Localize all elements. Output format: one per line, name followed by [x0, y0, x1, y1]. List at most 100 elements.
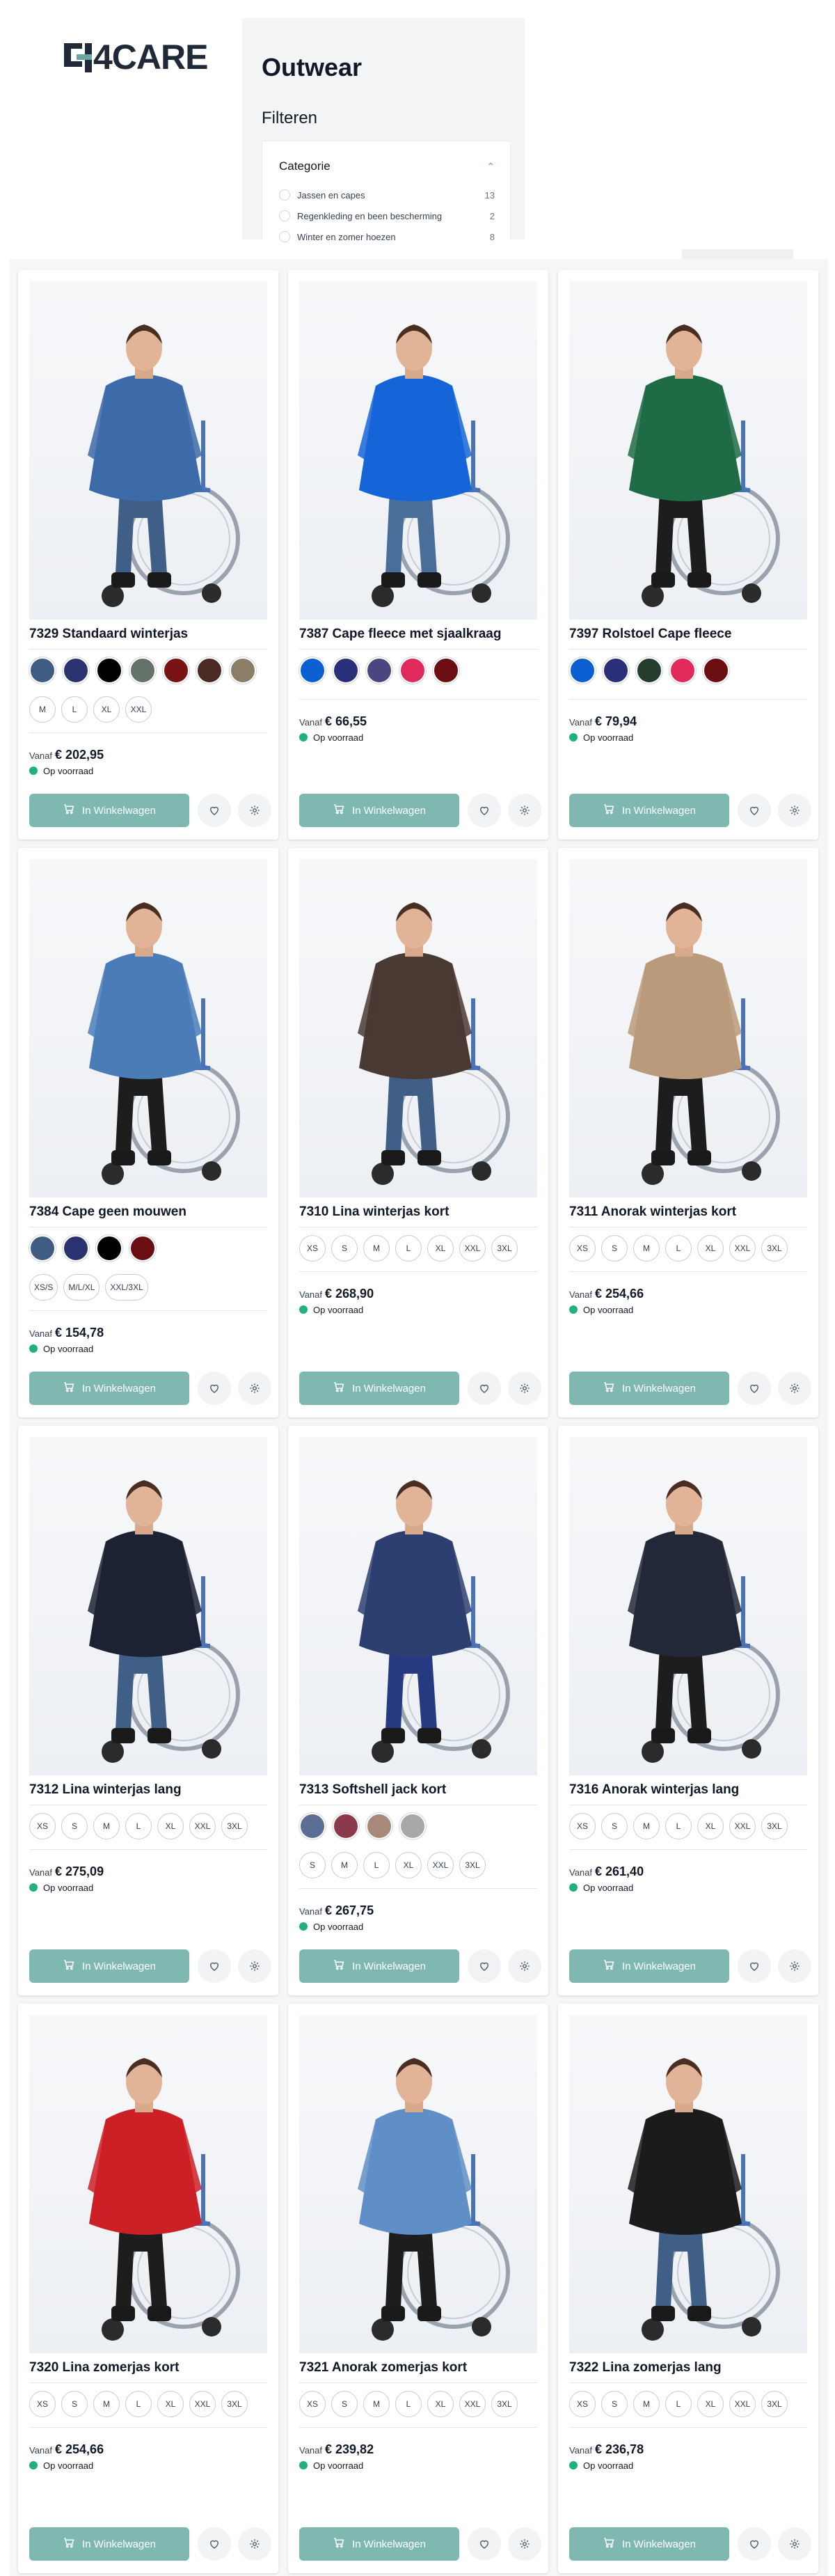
size-option[interactable]: XXL — [125, 696, 152, 723]
color-swatch[interactable] — [230, 657, 256, 684]
color-swatch[interactable] — [196, 657, 223, 684]
size-option[interactable]: L — [61, 696, 88, 723]
size-option[interactable]: M — [633, 1235, 660, 1262]
logo[interactable]: 4CARE — [61, 39, 208, 77]
add-to-cart-button[interactable]: In Winkelwagen — [299, 1372, 459, 1405]
product-image[interactable] — [29, 1437, 267, 1775]
color-swatch[interactable] — [399, 1813, 426, 1839]
size-option[interactable]: S — [601, 1235, 628, 1262]
product-image[interactable] — [299, 1437, 537, 1775]
product-card[interactable]: 7310 Lina winterjas kort XS S M L XL XXL 3XL Van… — [288, 848, 548, 1417]
product-title[interactable]: 7384 Cape geen mouwen — [29, 1204, 267, 1220]
size-option[interactable]: XXL — [459, 2391, 486, 2417]
size-option[interactable]: XXL — [729, 1235, 756, 1262]
configure-button[interactable] — [508, 1372, 541, 1405]
size-option[interactable]: XL — [395, 1852, 422, 1878]
color-swatch[interactable] — [29, 1235, 56, 1262]
favorite-button[interactable] — [468, 1949, 501, 1983]
size-option[interactable]: XXL/3XL — [105, 1274, 148, 1301]
configure-button[interactable] — [238, 1372, 271, 1405]
color-swatch[interactable] — [299, 1813, 326, 1839]
add-to-cart-button[interactable]: In Winkelwagen — [299, 2527, 459, 2561]
size-option[interactable]: 3XL — [761, 1813, 788, 1839]
size-option[interactable]: L — [395, 2391, 422, 2417]
configure-button[interactable] — [508, 2527, 541, 2561]
size-option[interactable]: M — [633, 1813, 660, 1839]
checkbox[interactable] — [279, 210, 290, 221]
size-option[interactable]: XXL — [427, 1852, 454, 1878]
product-title[interactable]: 7321 Anorak zomerjas kort — [299, 2360, 537, 2375]
product-card[interactable]: 7311 Anorak winterjas kort XS S M L XL XXL 3XL V… — [558, 848, 818, 1417]
product-image[interactable] — [29, 281, 267, 620]
color-swatch[interactable] — [63, 657, 89, 684]
size-option[interactable]: L — [665, 2391, 692, 2417]
product-card[interactable]: 7316 Anorak winterjas lang XS S M L XL XXL 3XL V… — [558, 1426, 818, 1995]
add-to-cart-button[interactable]: In Winkelwagen — [569, 1372, 729, 1405]
size-option[interactable]: XXL — [459, 1235, 486, 1262]
add-to-cart-button[interactable]: In Winkelwagen — [29, 2527, 189, 2561]
favorite-button[interactable] — [198, 2527, 231, 2561]
favorite-button[interactable] — [738, 1949, 771, 1983]
product-card[interactable]: 7384 Cape geen mouwen XS/S M/L/XL XXL/3XL Va… — [18, 848, 278, 1417]
color-swatch[interactable] — [163, 657, 189, 684]
product-title[interactable]: 7397 Rolstoel Cape fleece — [569, 627, 807, 642]
product-card[interactable]: 7387 Cape fleece met sjaalkraag Vanaf € 66… — [288, 270, 548, 840]
filter-option[interactable]: Winter en zomer hoezen 8 — [279, 230, 495, 244]
product-title[interactable]: 7322 Lina zomerjas lang — [569, 2360, 807, 2375]
configure-button[interactable] — [238, 794, 271, 827]
size-option[interactable]: S — [331, 1235, 358, 1262]
size-option[interactable]: 3XL — [761, 1235, 788, 1262]
size-option[interactable]: XS — [569, 1813, 596, 1839]
configure-button[interactable] — [238, 2527, 271, 2561]
favorite-button[interactable] — [198, 1949, 231, 1983]
product-image[interactable] — [569, 859, 807, 1197]
size-option[interactable]: XL — [427, 1235, 454, 1262]
size-option[interactable]: XL — [697, 1235, 724, 1262]
size-option[interactable]: S — [601, 1813, 628, 1839]
color-swatch[interactable] — [366, 657, 392, 684]
checkbox[interactable] — [279, 189, 290, 201]
color-swatch[interactable] — [399, 657, 426, 684]
favorite-button[interactable] — [468, 1372, 501, 1405]
product-image[interactable] — [29, 859, 267, 1197]
size-option[interactable]: XXL — [189, 2391, 216, 2417]
product-card[interactable]: 7397 Rolstoel Cape fleece Vanaf € 79,94 Op … — [558, 270, 818, 840]
size-option[interactable]: S — [61, 1813, 88, 1839]
size-option[interactable]: 3XL — [221, 1813, 248, 1839]
color-swatch[interactable] — [29, 657, 56, 684]
size-option[interactable]: XL — [697, 1813, 724, 1839]
checkbox[interactable] — [279, 231, 290, 242]
size-option[interactable]: S — [331, 2391, 358, 2417]
size-option[interactable]: S — [61, 2391, 88, 2417]
size-option[interactable]: XS — [29, 2391, 56, 2417]
configure-button[interactable] — [508, 794, 541, 827]
product-card[interactable]: 7320 Lina zomerjas kort XS S M L XL XXL 3XL Vana… — [18, 2004, 278, 2573]
color-swatch[interactable] — [669, 657, 696, 684]
size-option[interactable]: XL — [157, 2391, 184, 2417]
product-image[interactable] — [569, 1437, 807, 1775]
add-to-cart-button[interactable]: In Winkelwagen — [569, 1949, 729, 1983]
favorite-button[interactable] — [738, 794, 771, 827]
configure-button[interactable] — [238, 1949, 271, 1983]
size-option[interactable]: M — [363, 2391, 390, 2417]
size-option[interactable]: XXL — [729, 1813, 756, 1839]
favorite-button[interactable] — [468, 794, 501, 827]
filter-option[interactable]: Regenkleding en been bescherming 2 — [279, 210, 495, 223]
color-swatch[interactable] — [299, 657, 326, 684]
color-swatch[interactable] — [703, 657, 729, 684]
size-option[interactable]: M — [29, 696, 56, 723]
size-option[interactable]: L — [125, 2391, 152, 2417]
favorite-button[interactable] — [468, 2527, 501, 2561]
size-option[interactable]: M/L/XL — [63, 1274, 100, 1301]
add-to-cart-button[interactable]: In Winkelwagen — [299, 1949, 459, 1983]
favorite-button[interactable] — [198, 794, 231, 827]
favorite-button[interactable] — [198, 1372, 231, 1405]
add-to-cart-button[interactable]: In Winkelwagen — [569, 794, 729, 827]
product-card[interactable]: 7321 Anorak zomerjas kort XS S M L XL XXL 3XL Va… — [288, 2004, 548, 2573]
add-to-cart-button[interactable]: In Winkelwagen — [29, 794, 189, 827]
size-option[interactable]: XXL — [189, 1813, 216, 1839]
color-swatch[interactable] — [603, 657, 629, 684]
category-toggle[interactable]: Categorie ⌃ — [279, 159, 495, 173]
color-swatch[interactable] — [129, 657, 156, 684]
product-title[interactable]: 7329 Standaard winterjas — [29, 627, 267, 642]
